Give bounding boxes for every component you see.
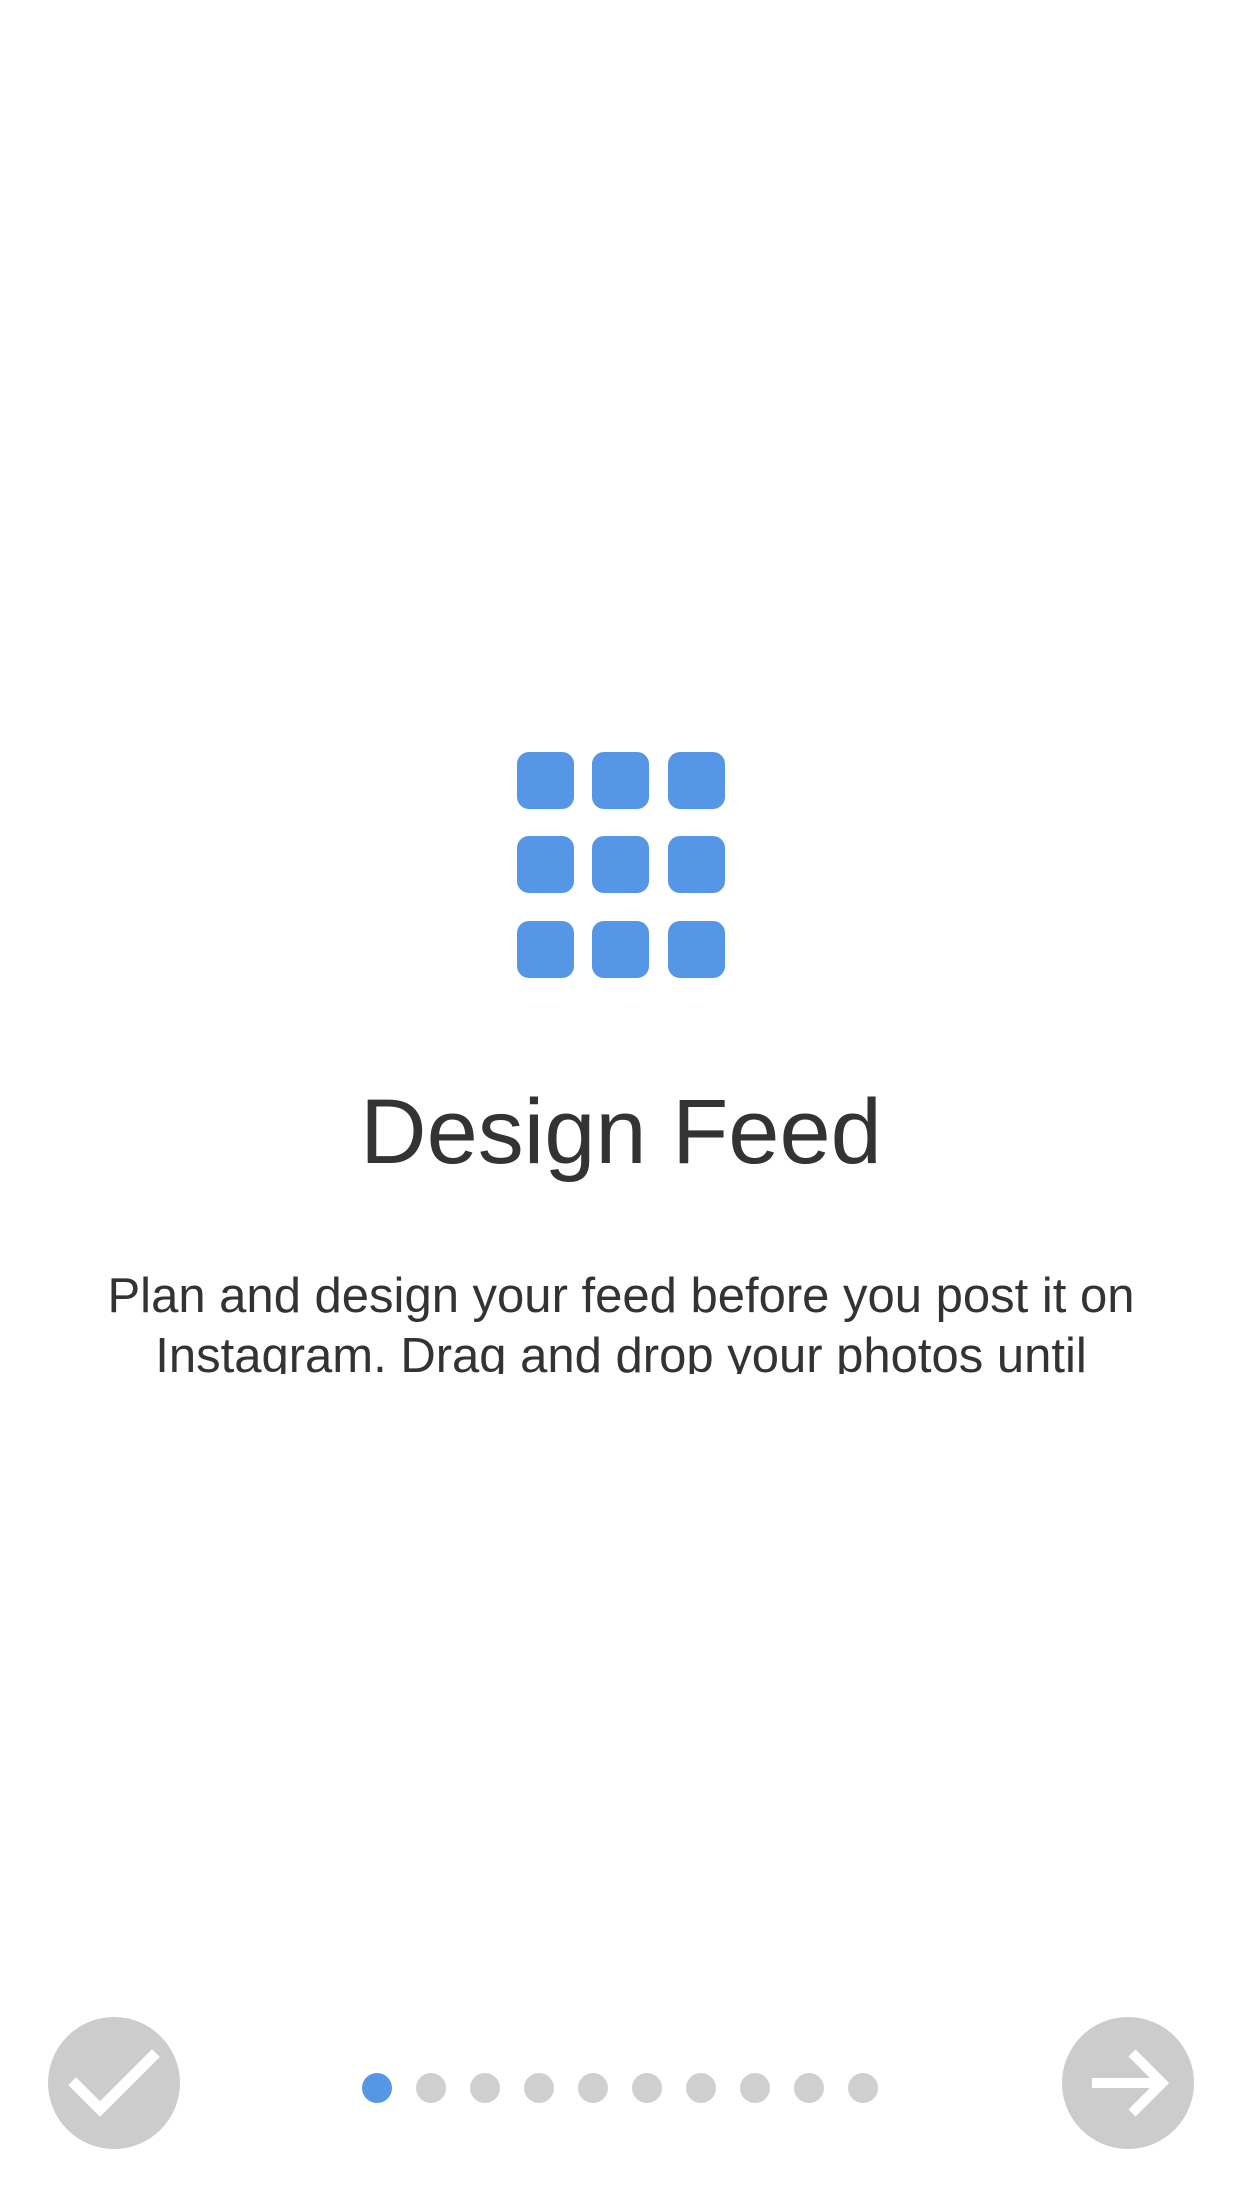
- page-dot-active[interactable]: [362, 2073, 392, 2103]
- grid-icon: [517, 752, 725, 978]
- page-dot[interactable]: [686, 2073, 716, 2103]
- page-dot[interactable]: [524, 2073, 554, 2103]
- feature-description: Plan and design your feed before you pos…: [107, 1269, 1135, 1374]
- page-dot[interactable]: [794, 2073, 824, 2103]
- page-dot[interactable]: [740, 2073, 770, 2103]
- grid-tile: [592, 836, 649, 893]
- grid-tile: [668, 921, 725, 978]
- page-dot[interactable]: [848, 2073, 878, 2103]
- grid-tile: [517, 921, 574, 978]
- grid-tile: [517, 752, 574, 809]
- page-dot[interactable]: [578, 2073, 608, 2103]
- page-dot[interactable]: [632, 2073, 662, 2103]
- done-button[interactable]: [48, 2017, 180, 2149]
- page-dot[interactable]: [416, 2073, 446, 2103]
- page-dot[interactable]: [470, 2073, 500, 2103]
- arrow-right-icon: [1092, 2049, 1170, 2117]
- grid-tile: [592, 752, 649, 809]
- grid-tile: [592, 921, 649, 978]
- page-title: Design Feed: [360, 1081, 882, 1183]
- grid-tile: [517, 836, 574, 893]
- next-button[interactable]: [1062, 2017, 1194, 2149]
- grid-tile: [668, 836, 725, 893]
- checkmark-icon: [68, 2049, 160, 2117]
- grid-tile: [668, 752, 725, 809]
- page-indicator[interactable]: [362, 2072, 878, 2104]
